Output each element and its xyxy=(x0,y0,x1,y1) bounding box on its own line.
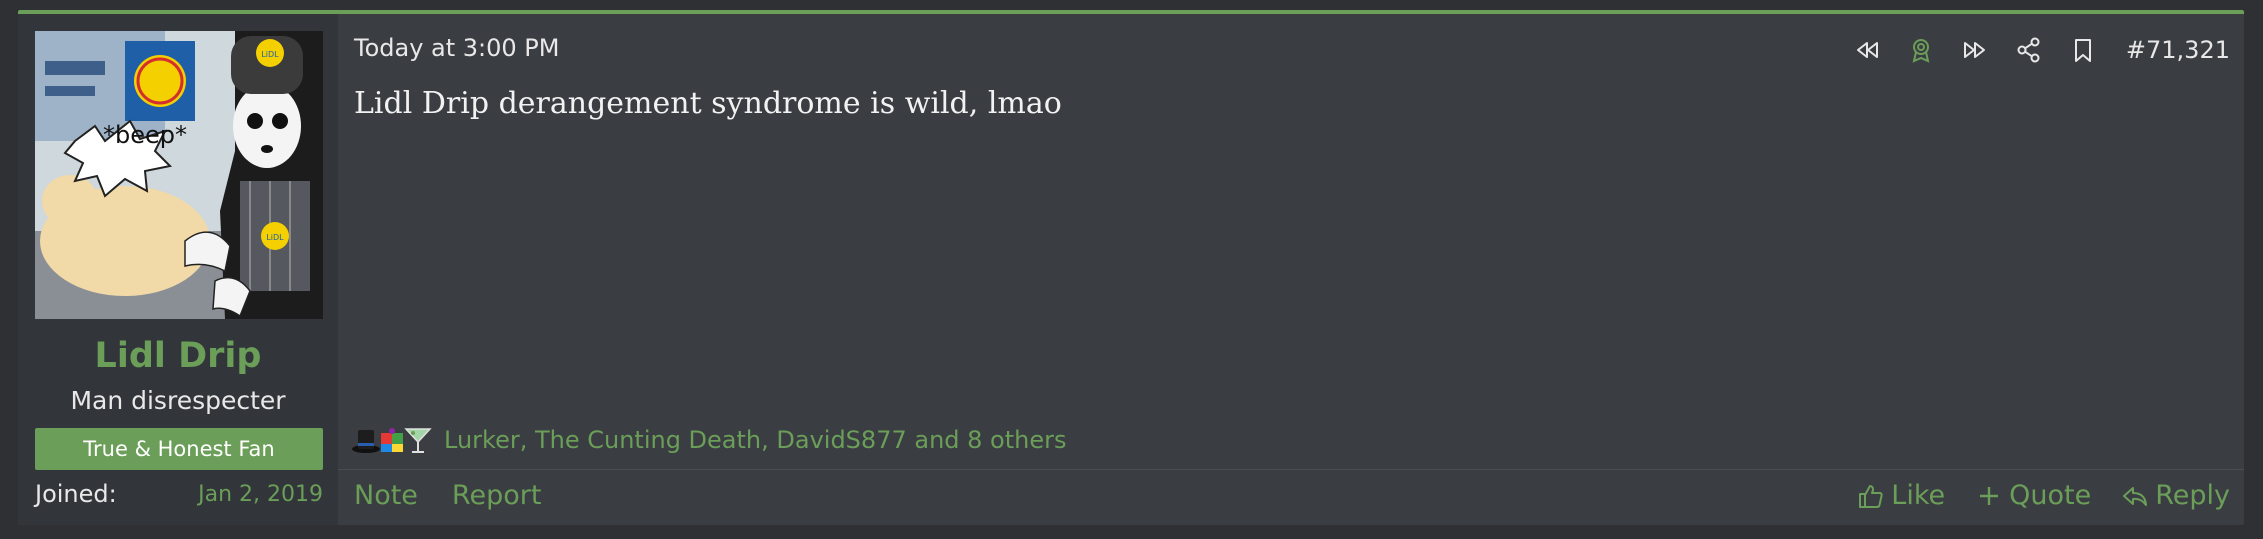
badge-logo: LiDL xyxy=(266,233,284,242)
username[interactable]: Lidl Drip xyxy=(18,336,338,376)
post-number[interactable]: #71,321 xyxy=(2126,36,2230,64)
post-container: *beep* LiDL LiDL Lidl Drip Man disrespec… xyxy=(18,10,2244,525)
share-icon[interactable] xyxy=(2002,30,2056,70)
post-top-actions: #71,321 xyxy=(1840,30,2230,70)
reply-button[interactable]: Reply xyxy=(2121,480,2230,511)
quote-label: Quote xyxy=(2009,480,2092,511)
reactions-bar[interactable]: Lurker, The Cunting Death, DavidS877 and… xyxy=(350,420,1066,460)
joined-label: Joined: xyxy=(35,480,117,508)
like-button[interactable]: Like xyxy=(1857,480,1945,511)
thumbs-up-icon xyxy=(1859,484,1883,508)
post-message: Lidl Drip derangement syndrome is wild, … xyxy=(354,86,1062,121)
post-timestamp[interactable]: Today at 3:00 PM xyxy=(354,34,560,62)
reply-icon xyxy=(2123,486,2148,506)
post-footer-left: Note Report xyxy=(354,480,541,511)
user-title: Man disrespecter xyxy=(70,386,286,415)
reply-label: Reply xyxy=(2155,480,2230,511)
avatar-caption: *beep* xyxy=(103,121,187,149)
cocktail-icon xyxy=(402,424,434,456)
user-info-panel: *beep* LiDL LiDL Lidl Drip Man disrespec… xyxy=(18,14,338,525)
avatar-image: *beep* LiDL LiDL xyxy=(35,31,323,319)
reactions-users[interactable]: Lurker, The Cunting Death, DavidS877 and… xyxy=(444,426,1066,454)
like-label: Like xyxy=(1891,480,1946,511)
report-button[interactable]: Report xyxy=(452,480,542,511)
bookmark-icon[interactable] xyxy=(2056,30,2110,70)
note-button[interactable]: Note xyxy=(354,480,418,511)
fast-forward-icon[interactable] xyxy=(1948,30,2002,70)
reaction-icons xyxy=(350,424,432,456)
post-main: Today at 3:00 PM #71,321 Lidl Drip deran… xyxy=(338,14,2244,525)
award-icon[interactable] xyxy=(1894,30,1948,70)
post-footer-right: Like Quote Reply xyxy=(1857,480,2230,511)
avatar[interactable]: *beep* LiDL LiDL xyxy=(35,31,323,319)
plus-icon xyxy=(1980,486,1999,505)
rewind-icon[interactable] xyxy=(1840,30,1894,70)
joined-date: Jan 2, 2019 xyxy=(198,482,323,507)
user-banner: True & Honest Fan xyxy=(35,428,323,470)
footer-divider xyxy=(338,469,2244,470)
quote-button[interactable]: Quote xyxy=(1975,480,2091,511)
hat-logo: LiDL xyxy=(261,50,279,59)
